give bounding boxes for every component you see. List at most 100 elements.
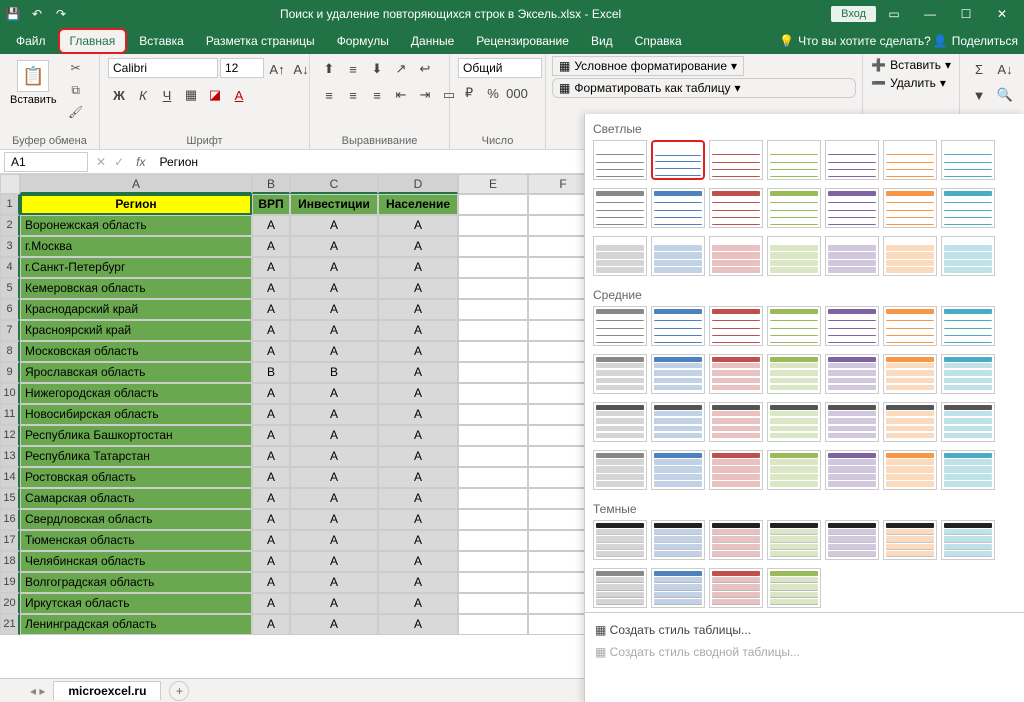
cell[interactable]: [458, 488, 528, 509]
cell[interactable]: A: [378, 488, 458, 509]
cell[interactable]: [458, 614, 528, 635]
cell[interactable]: [458, 509, 528, 530]
cell[interactable]: A: [252, 215, 290, 236]
minimize-icon[interactable]: —: [920, 7, 940, 21]
border-icon[interactable]: ▦: [180, 84, 202, 106]
cell[interactable]: A: [378, 299, 458, 320]
row-header[interactable]: 7: [0, 320, 20, 341]
table-style-swatch[interactable]: [883, 236, 937, 276]
col-header[interactable]: B: [252, 174, 290, 194]
cell[interactable]: A: [290, 257, 378, 278]
tab-file[interactable]: Файл: [6, 30, 56, 52]
table-style-swatch[interactable]: [767, 188, 821, 228]
table-style-swatch[interactable]: [651, 450, 705, 490]
table-style-swatch[interactable]: [709, 354, 763, 394]
row-header[interactable]: 15: [0, 488, 20, 509]
table-style-swatch[interactable]: [825, 520, 879, 560]
cell[interactable]: г.Санкт-Петербург: [20, 257, 252, 278]
decrease-font-icon[interactable]: A↓: [290, 58, 312, 80]
table-style-swatch[interactable]: [651, 236, 705, 276]
table-style-swatch[interactable]: [767, 520, 821, 560]
table-style-swatch[interactable]: [651, 520, 705, 560]
number-format-combo[interactable]: [458, 58, 542, 78]
insert-cells-button[interactable]: ➕ Вставить ▾: [871, 58, 951, 72]
cell[interactable]: A: [378, 425, 458, 446]
cell[interactable]: A: [378, 530, 458, 551]
col-header[interactable]: A: [20, 174, 252, 194]
align-middle-icon[interactable]: ≡: [342, 58, 364, 80]
cut-icon[interactable]: ✂: [65, 58, 87, 78]
cell[interactable]: A: [378, 446, 458, 467]
table-style-swatch[interactable]: [883, 520, 937, 560]
maximize-icon[interactable]: ☐: [956, 7, 976, 21]
cell[interactable]: A: [252, 551, 290, 572]
format-as-table-button[interactable]: ▦ Форматировать как таблицу ▾: [552, 78, 856, 98]
undo-icon[interactable]: ↶: [28, 5, 46, 23]
cell[interactable]: [458, 362, 528, 383]
table-style-swatch[interactable]: [651, 568, 705, 608]
cell[interactable]: A: [290, 278, 378, 299]
cell[interactable]: [458, 593, 528, 614]
row-header[interactable]: 17: [0, 530, 20, 551]
share-button[interactable]: 👤 Поделиться: [933, 34, 1018, 48]
table-style-swatch[interactable]: [883, 140, 937, 180]
row-header[interactable]: 5: [0, 278, 20, 299]
table-style-swatch[interactable]: [709, 402, 763, 442]
col-header[interactable]: C: [290, 174, 378, 194]
col-header[interactable]: E: [458, 174, 528, 194]
cell[interactable]: A: [290, 404, 378, 425]
delete-cells-button[interactable]: ➖ Удалить ▾: [871, 76, 951, 90]
cell[interactable]: Население: [378, 194, 458, 215]
table-style-swatch[interactable]: [941, 306, 995, 346]
table-style-swatch[interactable]: [825, 140, 879, 180]
row-header[interactable]: 6: [0, 299, 20, 320]
cell[interactable]: A: [290, 299, 378, 320]
cell[interactable]: [458, 383, 528, 404]
font-color-icon[interactable]: A: [228, 84, 250, 106]
cell[interactable]: A: [290, 614, 378, 635]
table-style-swatch[interactable]: [941, 188, 995, 228]
cell[interactable]: Новосибирская область: [20, 404, 252, 425]
row-header[interactable]: 3: [0, 236, 20, 257]
cell[interactable]: A: [252, 257, 290, 278]
fill-icon[interactable]: ▼: [968, 84, 990, 106]
cell[interactable]: A: [290, 593, 378, 614]
row-header[interactable]: 14: [0, 467, 20, 488]
italic-icon[interactable]: К: [132, 84, 154, 106]
table-style-swatch[interactable]: [825, 402, 879, 442]
row-header[interactable]: 18: [0, 551, 20, 572]
cell[interactable]: A: [290, 383, 378, 404]
tab-layout[interactable]: Разметка страницы: [196, 30, 325, 52]
cell[interactable]: Регион: [20, 194, 252, 215]
table-style-swatch[interactable]: [883, 188, 937, 228]
redo-icon[interactable]: ↷: [52, 5, 70, 23]
cell[interactable]: Республика Башкортостан: [20, 425, 252, 446]
cell[interactable]: A: [252, 341, 290, 362]
format-painter-icon[interactable]: 🖌: [65, 102, 87, 122]
cell[interactable]: [458, 257, 528, 278]
tab-formulas[interactable]: Формулы: [327, 30, 399, 52]
cell[interactable]: A: [378, 236, 458, 257]
cell[interactable]: A: [252, 320, 290, 341]
table-style-swatch[interactable]: [941, 354, 995, 394]
fill-color-icon[interactable]: ◪: [204, 84, 226, 106]
cell[interactable]: A: [378, 362, 458, 383]
comma-icon[interactable]: 000: [506, 82, 528, 104]
cell[interactable]: B: [252, 362, 290, 383]
table-style-swatch[interactable]: [825, 354, 879, 394]
table-style-swatch[interactable]: [767, 450, 821, 490]
find-icon[interactable]: 🔍: [994, 84, 1016, 106]
cell[interactable]: [458, 194, 528, 215]
cell[interactable]: A: [252, 299, 290, 320]
bold-icon[interactable]: Ж: [108, 84, 130, 106]
tab-help[interactable]: Справка: [625, 30, 692, 52]
row-header[interactable]: 2: [0, 215, 20, 236]
cell[interactable]: A: [252, 446, 290, 467]
cell[interactable]: Воронежская область: [20, 215, 252, 236]
cell[interactable]: A: [378, 257, 458, 278]
tab-data[interactable]: Данные: [401, 30, 464, 52]
row-header[interactable]: 21: [0, 614, 20, 635]
table-style-swatch[interactable]: [651, 188, 705, 228]
align-bottom-icon[interactable]: ⬇: [366, 58, 388, 80]
tab-home[interactable]: Главная: [58, 28, 128, 54]
